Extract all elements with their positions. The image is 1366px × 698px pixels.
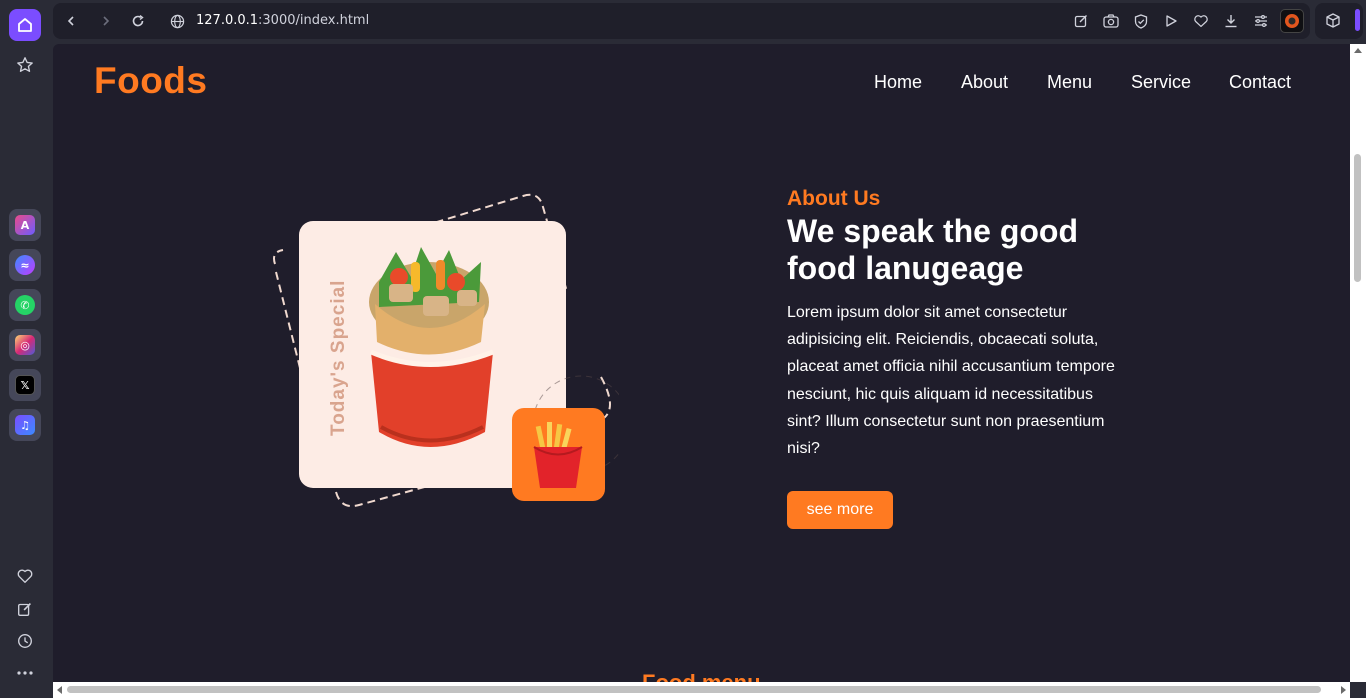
- horizontal-scrollbar[interactable]: [53, 682, 1350, 698]
- nav-about[interactable]: About: [961, 72, 1008, 93]
- profile-avatar-icon[interactable]: [1280, 9, 1304, 33]
- back-icon[interactable]: [61, 11, 81, 31]
- edit-note-icon[interactable]: [9, 593, 41, 625]
- aria-app-icon[interactable]: A: [9, 209, 41, 241]
- music-player-icon[interactable]: ♫: [9, 409, 41, 441]
- cube-extension-icon: [1326, 13, 1340, 33]
- heart-icon[interactable]: [9, 560, 41, 592]
- site-logo[interactable]: Foods: [94, 60, 207, 102]
- scroll-left-arrow-icon[interactable]: [57, 686, 62, 694]
- x-twitter-icon[interactable]: 𝕏: [9, 369, 41, 401]
- shield-icon[interactable]: [1132, 12, 1150, 30]
- play-icon[interactable]: [1162, 12, 1180, 30]
- see-more-button[interactable]: see more: [787, 491, 893, 529]
- nav-menu[interactable]: Menu: [1047, 72, 1092, 93]
- download-icon[interactable]: [1222, 12, 1240, 30]
- nav-contact[interactable]: Contact: [1229, 72, 1291, 93]
- about-heading: We speak the good food lanugeage: [787, 213, 1079, 286]
- page-viewport: Foods Home About Menu Service Contact To…: [53, 44, 1350, 682]
- instagram-icon[interactable]: ◎: [9, 329, 41, 361]
- url-path: :3000/index.html: [258, 13, 370, 28]
- messenger-icon[interactable]: ≈: [9, 249, 41, 281]
- address-bar[interactable]: 127.0.0.1:3000/index.html: [196, 13, 369, 28]
- todays-special-illustration: Today's Special: [273, 193, 619, 508]
- todays-special-label: Today's Special: [328, 280, 349, 436]
- vertical-scrollbar[interactable]: [1350, 44, 1366, 682]
- horizontal-scroll-thumb[interactable]: [67, 686, 1321, 693]
- star-icon[interactable]: [9, 49, 41, 81]
- browser-sidebar: A ≈ ✆ ◎ 𝕏 ♫: [0, 0, 50, 698]
- reload-icon[interactable]: [128, 11, 148, 31]
- whatsapp-icon[interactable]: ✆: [9, 289, 41, 321]
- site-info-globe-icon[interactable]: [167, 11, 187, 31]
- about-paragraph: Lorem ipsum dolor sit amet consectetur a…: [787, 304, 1115, 458]
- about-kicker: About Us: [787, 187, 881, 210]
- easy-setup-sliders-icon[interactable]: [1252, 12, 1270, 30]
- more-dots-icon[interactable]: [9, 657, 41, 689]
- forward-icon[interactable]: [96, 11, 116, 31]
- scroll-right-arrow-icon[interactable]: [1341, 686, 1346, 694]
- bookmark-heart-icon[interactable]: [1192, 12, 1210, 30]
- browser-toolbar: 127.0.0.1:3000/index.html: [53, 3, 1310, 39]
- camera-snapshot-icon[interactable]: [1102, 12, 1120, 30]
- vertical-scroll-thumb[interactable]: [1354, 154, 1361, 282]
- home-icon[interactable]: [9, 9, 41, 41]
- nav-home[interactable]: Home: [874, 72, 922, 93]
- edit-page-icon[interactable]: [1072, 12, 1090, 30]
- nav-service[interactable]: Service: [1131, 72, 1191, 93]
- food-menu-heading: Food menu: [642, 670, 761, 682]
- sidebar-panel-handle[interactable]: [1355, 9, 1360, 31]
- scroll-up-arrow-icon[interactable]: [1354, 48, 1362, 53]
- history-clock-icon[interactable]: [9, 625, 41, 657]
- url-host: 127.0.0.1: [196, 13, 259, 28]
